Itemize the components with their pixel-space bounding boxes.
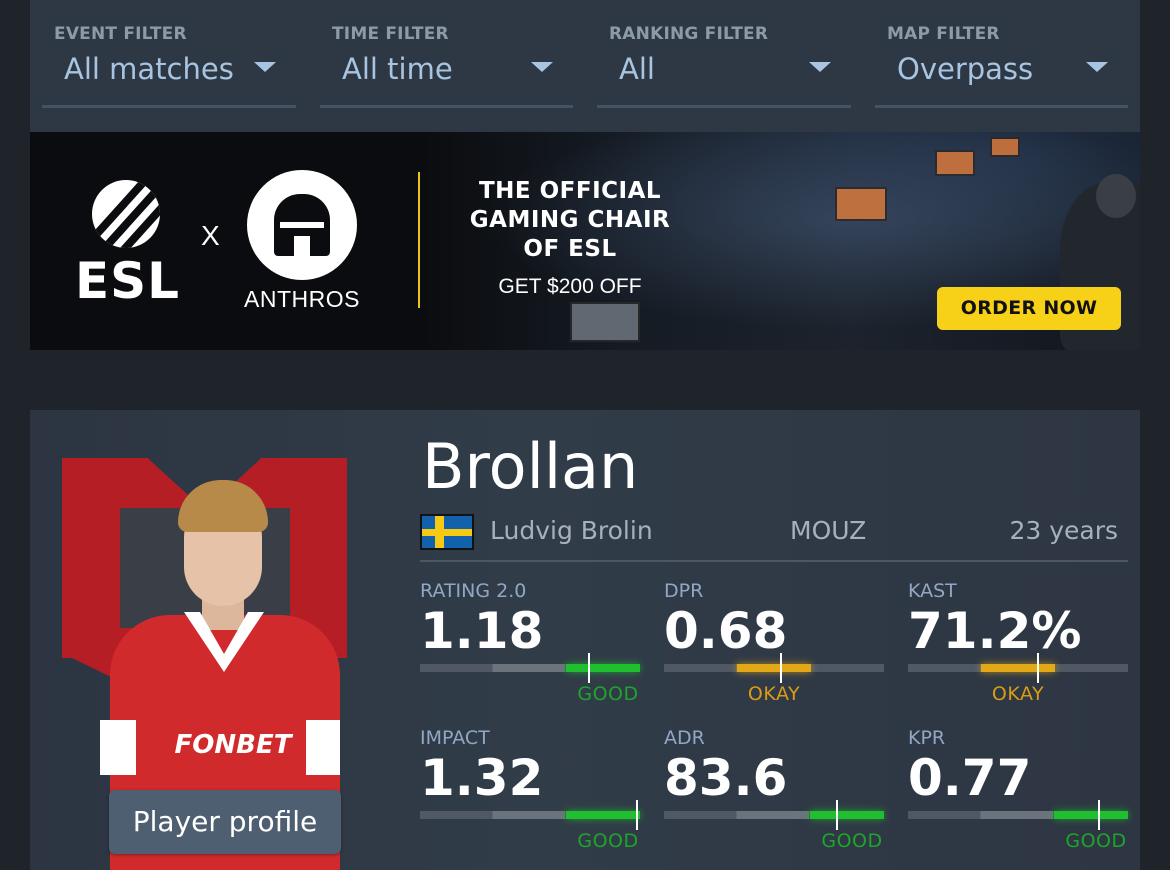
esl-logo: ESL	[65, 172, 185, 312]
player-hair	[178, 480, 268, 532]
chevron-down-icon[interactable]	[1086, 62, 1108, 72]
stat-label: KPR	[908, 727, 946, 749]
player-profile-button[interactable]: Player profile	[109, 790, 341, 854]
stat-rating: RATING 2.0 1.18 GOOD	[420, 580, 640, 710]
banner-offer: GET $200 OFF	[498, 275, 642, 298]
player-age: 23 years	[1009, 516, 1118, 545]
ranking-filter-dropdown[interactable]: RANKING FILTER All	[597, 22, 851, 108]
collab-separator: X	[201, 220, 220, 251]
event-filter-dropdown[interactable]: EVENT FILTER All matches	[42, 22, 296, 108]
stat-value: 1.18	[420, 602, 544, 660]
player-real-name: Ludvig Brolin	[490, 516, 653, 545]
stat-impact: IMPACT 1.32 GOOD	[420, 727, 640, 857]
stat-verdict: GOOD	[1065, 830, 1127, 852]
filter-bar: EVENT FILTER All matches TIME FILTER All…	[30, 0, 1140, 132]
stat-label: ADR	[664, 727, 705, 749]
anthros-logo-icon	[247, 170, 357, 280]
monitor	[835, 187, 887, 221]
event-filter-label: EVENT FILTER	[54, 24, 187, 44]
stat-kpr: KPR 0.77 GOOD	[908, 727, 1128, 857]
stat-value: 1.32	[420, 749, 544, 807]
stat-bar	[664, 800, 884, 830]
chevron-down-icon[interactable]	[531, 62, 553, 72]
stat-value: 83.6	[664, 749, 788, 807]
jersey-sleeve	[306, 720, 340, 775]
jersey-sleeve	[100, 720, 136, 775]
chevron-down-icon[interactable]	[254, 62, 276, 72]
stat-bar	[420, 800, 640, 830]
monitor	[990, 137, 1020, 157]
stat-value: 0.68	[664, 602, 788, 660]
time-filter-label: TIME FILTER	[332, 24, 449, 44]
ranking-filter-label: RANKING FILTER	[609, 24, 769, 44]
stat-bar	[664, 653, 884, 683]
stat-label: DPR	[664, 580, 704, 602]
banner-headline: THE OFFICIAL GAMING CHAIR OF ESL	[469, 178, 671, 262]
stat-label: IMPACT	[420, 727, 490, 749]
map-filter-value[interactable]: Overpass	[897, 52, 1033, 86]
player-team[interactable]: MOUZ	[790, 516, 866, 545]
stat-value: 0.77	[908, 749, 1032, 807]
player-summary-card: FONBET Player profile Brollan Ludvig Bro…	[30, 410, 1140, 870]
esl-mark-icon	[92, 180, 160, 248]
stat-label: RATING 2.0	[420, 580, 527, 602]
esl-wordmark: ESL	[74, 252, 181, 310]
time-filter-dropdown[interactable]: TIME FILTER All time	[320, 22, 573, 108]
jersey-sponsor-logo: FONBET	[174, 730, 292, 760]
stat-value: 71.2%	[908, 602, 1082, 660]
player-head	[1096, 174, 1136, 218]
stat-verdict: GOOD	[821, 830, 883, 852]
anthros-wordmark: ANTHROS	[244, 286, 360, 312]
stat-label: KAST	[908, 580, 957, 602]
time-filter-value[interactable]: All time	[342, 52, 453, 86]
order-now-button[interactable]: ORDER NOW	[937, 287, 1121, 330]
stat-verdict: OKAY	[747, 683, 801, 705]
esl-anthros-banner-ad[interactable]: ESL X ANTHROS THE OFFICIAL GAMING CHAIR …	[30, 132, 1140, 350]
stat-bar	[420, 653, 640, 683]
stat-dpr: DPR 0.68 OKAY	[664, 580, 884, 710]
player-nickname: Brollan	[422, 430, 639, 503]
stat-bar	[908, 653, 1128, 683]
stat-adr: ADR 83.6 GOOD	[664, 727, 884, 857]
stat-verdict: GOOD	[577, 830, 639, 852]
stat-bar	[908, 800, 1128, 830]
player-info-row: Ludvig Brolin MOUZ 23 years	[420, 510, 1128, 562]
map-filter-dropdown[interactable]: MAP FILTER Overpass	[875, 22, 1128, 108]
chevron-down-icon[interactable]	[809, 62, 831, 72]
map-filter-label: MAP FILTER	[887, 24, 1000, 44]
stat-kast: KAST 71.2% OKAY	[908, 580, 1128, 710]
banner-divider	[418, 172, 420, 308]
event-filter-value[interactable]: All matches	[64, 52, 234, 86]
stat-verdict: OKAY	[991, 683, 1045, 705]
sweden-flag-icon	[420, 514, 474, 550]
stat-verdict: GOOD	[577, 683, 639, 705]
ranking-filter-value[interactable]: All	[619, 52, 655, 86]
monitor	[935, 150, 975, 176]
monitor	[570, 302, 640, 342]
